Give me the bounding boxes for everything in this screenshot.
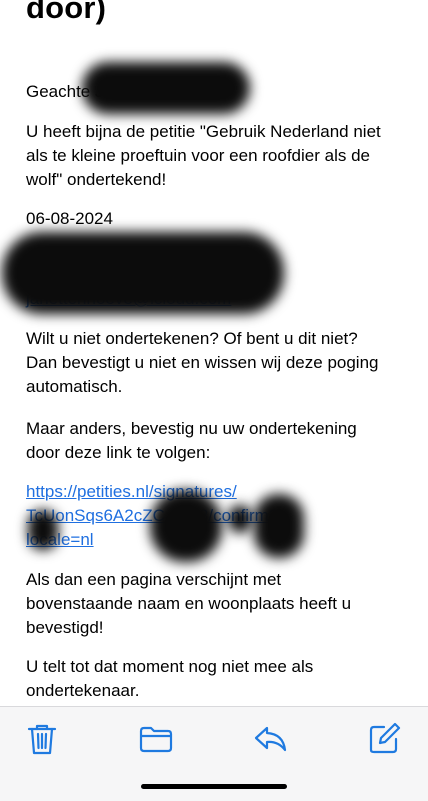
signature-date: 06-08-2024 bbox=[26, 209, 113, 228]
redaction-mark bbox=[150, 490, 222, 562]
email-subject: door) bbox=[26, 0, 107, 25]
redaction-mark bbox=[82, 62, 250, 114]
not-counted-text: U telt tot dat moment nog niet mee als o… bbox=[26, 657, 314, 700]
reply-icon[interactable] bbox=[252, 721, 288, 757]
compose-icon[interactable] bbox=[366, 721, 402, 757]
page-appears-text: Als dan een pagina verschijnt met bovens… bbox=[26, 570, 352, 637]
confirm-instructions: Maar anders, bevestig nu uw ondertekenin… bbox=[26, 419, 357, 462]
redaction-mark bbox=[28, 510, 58, 550]
not-sign-text: Wilt u niet ondertekenen? Of bent u dit … bbox=[26, 329, 379, 396]
redaction-mark bbox=[228, 505, 252, 533]
home-indicator[interactable] bbox=[141, 784, 287, 789]
redaction-mark bbox=[2, 232, 284, 314]
email-body: door) Geachte Janet ten Hoeve, U heeft b… bbox=[0, 0, 428, 706]
trash-icon[interactable] bbox=[24, 721, 60, 757]
petition-intro: U heeft bijna de petitie "Gebruik Nederl… bbox=[26, 122, 381, 189]
folder-icon[interactable] bbox=[138, 721, 174, 757]
redaction-mark bbox=[254, 494, 304, 558]
